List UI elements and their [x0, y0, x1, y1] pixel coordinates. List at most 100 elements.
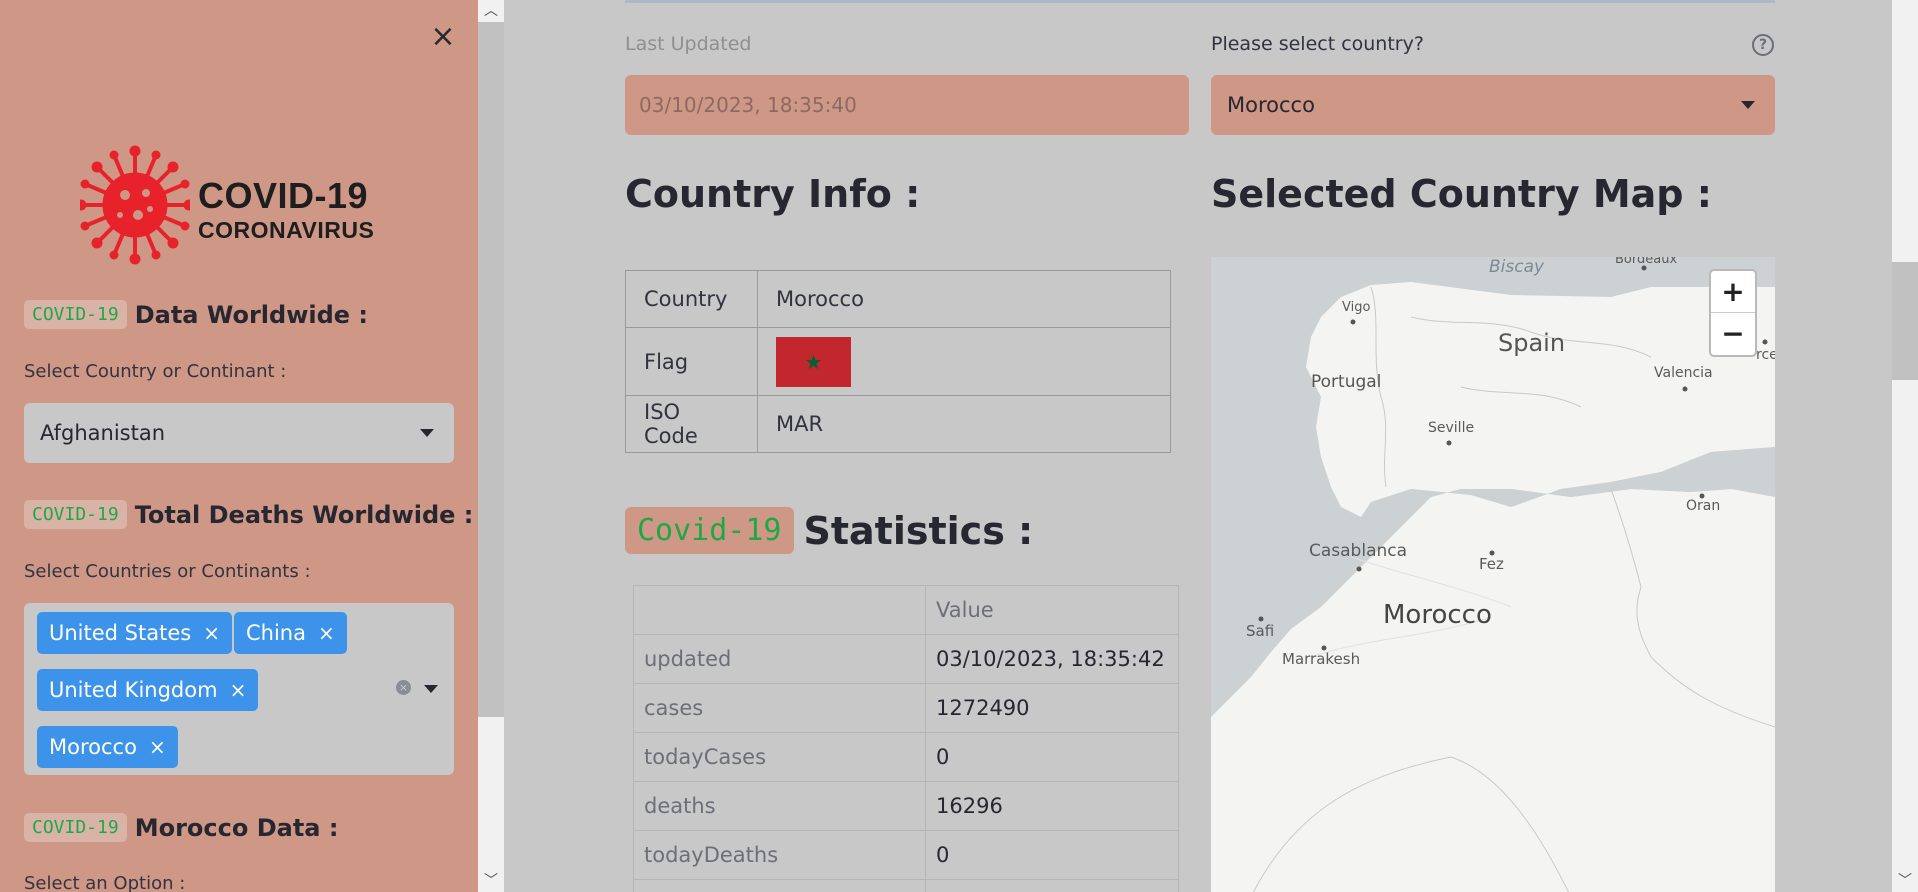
- table-cell: Flag: [625, 327, 758, 396]
- sidebar-scrollbar-thumb[interactable]: [478, 22, 504, 717]
- table-cell: [633, 879, 926, 892]
- map-label-marrakesh: Marrakesh: [1282, 650, 1361, 668]
- chip-label: China: [246, 621, 306, 645]
- table-row: todayDeaths 0: [633, 830, 1179, 880]
- map-label-valencia: Valencia: [1654, 365, 1713, 381]
- map-tiles: [1211, 257, 1775, 892]
- map-label-morocco: Morocco: [1383, 600, 1492, 630]
- covid-tag: COVID-19: [24, 300, 127, 329]
- table-cell: ★: [757, 327, 1171, 396]
- statistics-title: Statistics :: [803, 508, 1034, 553]
- chip-united-states: United States ×: [37, 612, 232, 654]
- select-countries-label: Select Countries or Continants :: [24, 561, 311, 582]
- morocco-flag-icon: ★: [776, 336, 851, 387]
- table-header: [633, 585, 926, 635]
- statistics-heading: Covid-19 Statistics :: [625, 507, 1033, 554]
- table-row: cases 1272490: [633, 683, 1179, 733]
- help-icon[interactable]: ?: [1752, 34, 1774, 56]
- chip-morocco: Morocco ×: [37, 726, 178, 768]
- table-row: deaths 16296: [633, 781, 1179, 831]
- section-heading-morocco-data: COVID-19 Morocco Data :: [24, 813, 338, 842]
- covid-tag: COVID-19: [24, 813, 127, 842]
- map-label-seville: Seville: [1428, 420, 1475, 436]
- map-label-biscay: Biscay: [1489, 257, 1545, 277]
- map-label-vigo: Vigo: [1342, 300, 1371, 315]
- table-cell: 1272490: [925, 683, 1179, 733]
- table-cell: Morocco: [757, 270, 1171, 328]
- chevron-down-icon: [420, 429, 434, 437]
- zoom-in-button[interactable]: +: [1711, 271, 1755, 313]
- chip-label: United States: [49, 621, 192, 645]
- map-label-spain: Spain: [1498, 329, 1566, 357]
- last-updated-input[interactable]: 03/10/2023, 18:35:40: [625, 75, 1189, 135]
- main-scrollbar[interactable]: ﹀: [1892, 0, 1918, 892]
- last-updated-value: 03/10/2023, 18:35:40: [639, 93, 857, 117]
- section-title: Morocco Data :: [134, 813, 339, 842]
- close-icon[interactable]: ×: [149, 735, 166, 759]
- scroll-up-icon[interactable]: ︿: [478, 0, 504, 22]
- table-row: todayCases 0: [633, 732, 1179, 782]
- logo-title: COVID-19: [198, 175, 369, 216]
- chip-label: Morocco: [49, 735, 137, 759]
- table-row: [633, 879, 1179, 892]
- section-title: Total Deaths Worldwide :: [134, 500, 474, 529]
- table-cell: updated: [633, 634, 926, 684]
- table-row: updated 03/10/2023, 18:35:42: [633, 634, 1179, 684]
- table-cell: [925, 879, 1179, 892]
- chevron-down-icon: [1741, 101, 1755, 109]
- clear-all-icon[interactable]: ×: [396, 680, 411, 695]
- main-scrollbar-thumb[interactable]: [1892, 262, 1918, 380]
- select-country-label: Please select country?: [1211, 33, 1424, 55]
- select-option-label: Select an Option :: [24, 873, 186, 892]
- close-icon[interactable]: ×: [318, 621, 335, 645]
- chip-united-kingdom: United Kingdom ×: [37, 669, 259, 711]
- table-cell: 03/10/2023, 18:35:42: [925, 634, 1179, 684]
- table-cell: deaths: [633, 781, 926, 831]
- table-header-row: Value: [633, 585, 1179, 635]
- zoom-control: + −: [1709, 269, 1757, 357]
- table-row: ISO Code MAR: [625, 395, 1171, 453]
- map-label-fez: Fez: [1479, 555, 1504, 573]
- map-label-oran: Oran: [1686, 498, 1721, 514]
- table-cell: 16296: [925, 781, 1179, 831]
- table-cell: MAR: [757, 395, 1171, 453]
- map-label-barcelona: rce: [1756, 347, 1775, 363]
- table-cell: todayCases: [633, 732, 926, 782]
- table-cell: ISO Code: [625, 395, 758, 453]
- country-select-value: Morocco: [1227, 93, 1315, 117]
- zoom-out-button[interactable]: −: [1711, 313, 1755, 355]
- scroll-down-icon[interactable]: ﹀: [1892, 870, 1918, 892]
- country-select[interactable]: Morocco: [1211, 75, 1775, 135]
- map-label-casablanca: Casablanca: [1309, 541, 1408, 561]
- sidebar-scrollbar[interactable]: ︿ ﹀: [478, 0, 504, 892]
- country-select[interactable]: Afghanistan: [24, 403, 454, 463]
- chevron-down-icon[interactable]: [424, 685, 438, 693]
- country-info-table: Country Morocco Flag ★ ISO Code MAR: [625, 270, 1171, 453]
- section-heading-data-worldwide: COVID-19 Data Worldwide :: [24, 300, 368, 329]
- table-cell: todayDeaths: [633, 830, 926, 880]
- sidebar: × COVID-19 CORONAVIRUS COVID-19 Data Wor…: [0, 0, 478, 892]
- table-row: Country Morocco: [625, 270, 1171, 328]
- table-cell: 0: [925, 732, 1179, 782]
- close-icon[interactable]: ×: [230, 678, 247, 702]
- map-label-bordeaux: Bordeaux: [1615, 257, 1678, 267]
- virus-icon: [80, 145, 190, 265]
- map-title: Selected Country Map :: [1211, 172, 1712, 216]
- close-icon[interactable]: ×: [428, 22, 458, 52]
- map-label-portugal: Portugal: [1311, 372, 1382, 392]
- logo-subtitle: CORONAVIRUS: [198, 217, 375, 243]
- countries-multiselect[interactable]: United States × China × United Kingdom ×…: [24, 603, 454, 775]
- covid-logo: COVID-19 CORONAVIRUS: [80, 145, 390, 265]
- close-icon[interactable]: ×: [203, 621, 220, 645]
- table-cell: cases: [633, 683, 926, 733]
- table-cell: 0: [925, 830, 1179, 880]
- covid-tag: Covid-19: [625, 507, 794, 554]
- country-info-title: Country Info :: [625, 172, 921, 216]
- scroll-down-icon[interactable]: ﹀: [478, 870, 504, 892]
- select-country-label: Select Country or Continant :: [24, 361, 287, 382]
- last-updated-label: Last Updated: [625, 33, 752, 55]
- chip-label: United Kingdom: [49, 678, 218, 702]
- table-header: Value: [925, 585, 1179, 635]
- country-select-value: Afghanistan: [40, 421, 166, 445]
- country-map[interactable]: Biscay Bordeaux Vigo Spain Portugal Vale…: [1211, 257, 1775, 892]
